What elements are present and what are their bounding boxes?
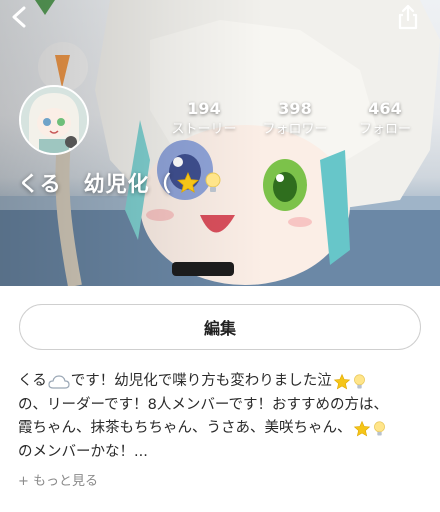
stat-label: ストーリー (171, 122, 237, 137)
back-button[interactable] (4, 2, 34, 32)
stat-following[interactable]: 464 フォロー (340, 100, 430, 138)
bio-text: 霞ちゃん、抹茶もちちゃん、うさあ、美咲ちゃん、 (18, 420, 352, 436)
stat-label: フォロー (358, 122, 411, 137)
star-emoji-icon (176, 171, 200, 195)
stat-value: 464 (368, 99, 402, 118)
bio-line: の、リーダーです！8人メンバーです！おすすめの方は、 (18, 394, 428, 418)
lightbulb-emoji-icon (204, 171, 222, 195)
chevron-left-icon (12, 6, 26, 28)
stat-value: 194 (187, 99, 221, 118)
profile-bio: くる です！幼児化で喋り方も変わりました泣 の、リーダーです！8人メンバーです！… (18, 370, 428, 464)
lightbulb-emoji-icon (353, 373, 366, 391)
bio-text: のメンバーかな！... (18, 443, 148, 460)
cloud-emoji-icon (48, 374, 70, 390)
edit-profile-button[interactable]: 編集 (19, 304, 421, 350)
star-emoji-icon (353, 420, 371, 438)
profile-screen: 194 ストーリー 398 フォロワー 464 フォロー くる 幼児化（ 編集 … (0, 0, 440, 512)
share-button[interactable] (394, 2, 422, 32)
bio-line: くる です！幼児化で喋り方も変わりました泣 (18, 370, 428, 394)
stat-followers[interactable]: 398 フォロワー (250, 100, 340, 138)
bio-text: です！幼児化で喋り方も変わりました泣 (70, 373, 332, 389)
edit-profile-label: 編集 (203, 319, 236, 338)
see-more-link[interactable]: + もっと見る (18, 470, 98, 489)
avatar-image (21, 87, 87, 153)
profile-banner: 194 ストーリー 398 フォロワー 464 フォロー くる 幼児化（ (0, 0, 440, 286)
bio-text: くる (18, 373, 47, 389)
stat-label: フォロワー (262, 122, 328, 137)
star-emoji-icon (333, 373, 351, 391)
bio-line: のメンバーかな！... (18, 441, 428, 465)
bio-text: の、リーダーです！8人メンバーです！おすすめの方は、 (18, 396, 388, 413)
stat-stories[interactable]: 194 ストーリー (159, 100, 249, 138)
lightbulb-emoji-icon (373, 420, 386, 438)
stat-value: 398 (278, 99, 312, 118)
bio-line: 霞ちゃん、抹茶もちちゃん、うさあ、美咲ちゃん、 (18, 417, 428, 441)
avatar[interactable] (19, 85, 89, 155)
profile-name: くる 幼児化（ (18, 168, 222, 198)
profile-name-text: くる 幼児化（ (18, 172, 172, 196)
share-icon (398, 4, 418, 30)
